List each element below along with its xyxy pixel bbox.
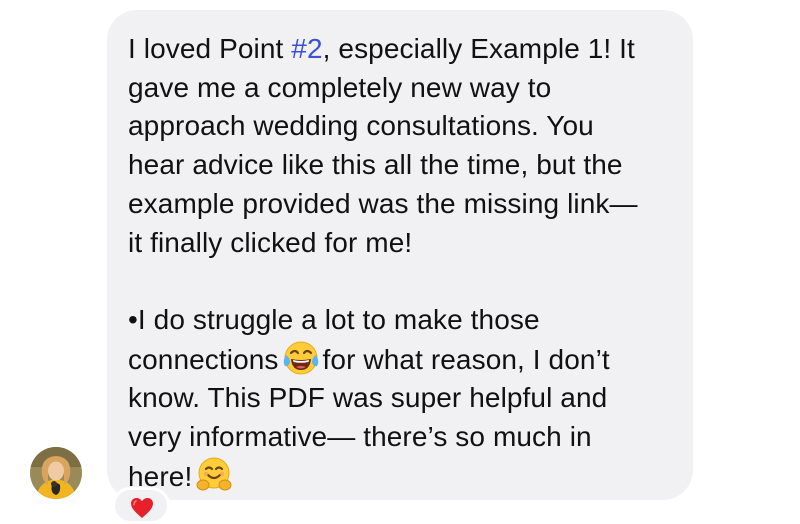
- message-paragraph-1: I loved Point #2, especially Example 1! …: [128, 30, 671, 262]
- message-line: example provided was the missing link—: [128, 187, 638, 219]
- message-line: connections for what reason, I don’t: [128, 340, 671, 380]
- message-bubble[interactable]: I loved Point #2, especially Example 1! …: [107, 10, 693, 500]
- message-paragraph-2: •I do struggle a lot to make those conne…: [128, 301, 671, 497]
- hugging-face-icon: [196, 457, 232, 493]
- message-text: , especially Example 1! It: [322, 33, 635, 64]
- message-line: approach wedding consultations. You: [128, 110, 594, 142]
- avatar[interactable]: [30, 447, 82, 499]
- message-text: for what reason, I don’t: [322, 343, 610, 375]
- message-line: know. This PDF was super helpful and: [128, 382, 608, 414]
- face-with-tears-of-joy-icon: [283, 340, 319, 376]
- message-line: it finally clicked for me!: [128, 226, 413, 258]
- message-line: here!: [128, 457, 671, 497]
- message-line: very informative— there’s so much in: [128, 421, 592, 453]
- hashtag-link[interactable]: #2: [291, 33, 322, 64]
- message-line: I loved Point #2, especially Example 1! …: [128, 30, 671, 69]
- reaction-badge[interactable]: [112, 487, 170, 524]
- message-line: hear advice like this all the time, but …: [128, 149, 623, 181]
- red-heart-icon: [130, 497, 154, 519]
- message-line: gave me a completely new way to: [128, 71, 552, 103]
- message-text: I loved Point: [128, 33, 292, 64]
- message-text: connections: [128, 343, 279, 375]
- message-line: •I do struggle a lot to make those: [128, 303, 540, 335]
